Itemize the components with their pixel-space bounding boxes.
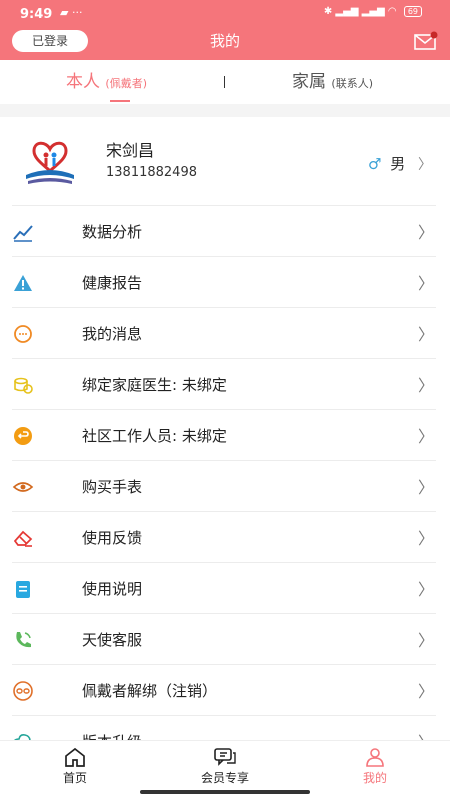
menu-item-label: 使用反馈 xyxy=(82,529,143,547)
nav-home-label: 首页 xyxy=(62,771,87,785)
notification-icons: ▰ ··· xyxy=(60,6,83,19)
page-title: 我的 xyxy=(209,32,240,50)
chevron-right-icon: 〉 xyxy=(417,478,434,497)
menu-item-messages[interactable]: 我的消息 〉 xyxy=(12,307,436,358)
warning-icon xyxy=(14,275,32,291)
nav-member-label: 会员专享 xyxy=(200,771,249,785)
tab-family-label: 家属 xyxy=(292,72,326,92)
mail-icon[interactable] xyxy=(414,31,438,51)
chevron-right-icon: 〉 xyxy=(417,427,434,446)
menu-item-buy-watch[interactable]: 购买手表 〉 xyxy=(12,460,436,511)
menu-item-label: 天使客服 xyxy=(82,631,143,649)
eye-icon xyxy=(12,482,34,492)
chevron-right-icon: 〉 xyxy=(417,631,434,650)
menu-item-label: 我的消息 xyxy=(82,325,143,343)
avatar xyxy=(26,141,74,184)
menu-item-label: 社区工作人员: 未绑定 xyxy=(82,427,227,445)
nav-home[interactable]: 首页 xyxy=(30,747,120,786)
menu-item-customer-service[interactable]: 天使客服 〉 xyxy=(12,613,436,664)
status-bar: 9:49 ▰ ··· ✱ ▂▄▆ ▂▄▆ ◠ 69 xyxy=(0,0,450,30)
coins-icon xyxy=(14,377,33,394)
chevron-right-icon: 〉 xyxy=(418,157,432,173)
menu-item-family-doctor[interactable]: 绑定家庭医生: 未绑定 〉 xyxy=(12,358,436,409)
cloud-upload-icon xyxy=(14,734,31,740)
tab-family[interactable]: 家属 (联系人) xyxy=(292,60,373,104)
nav-member[interactable]: 会员专享 xyxy=(180,747,270,786)
gender-value: 男 xyxy=(390,155,406,173)
menu-item-label: 健康报告 xyxy=(82,274,143,292)
chevron-right-icon: 〉 xyxy=(417,580,434,599)
profile-card[interactable]: 宋剑昌 13811882498 ♂ 男 〉 xyxy=(0,117,450,205)
menu-item-feedback[interactable]: 使用反馈 〉 xyxy=(12,511,436,562)
chart-line-icon xyxy=(13,225,33,242)
chevron-right-icon: 〉 xyxy=(417,376,434,395)
gender-field[interactable]: ♂ 男 〉 xyxy=(368,153,432,174)
user-phone: 13811882498 xyxy=(106,165,197,180)
menu-item-label: 使用说明 xyxy=(82,580,143,598)
menu-item-health-report[interactable]: 健康报告 〉 xyxy=(12,256,436,307)
tab-self-label: 本人 xyxy=(66,72,100,92)
tab-self-sub: (佩戴者) xyxy=(105,77,147,90)
app-header: 已登录 我的 xyxy=(0,30,450,60)
unlink-icon xyxy=(13,681,33,701)
document-icon xyxy=(16,581,30,598)
menu-list: 数据分析 〉 健康报告 〉 我的消息 〉 绑定家庭医生: 未绑定 〉 社区工作人… xyxy=(0,205,450,740)
return-icon xyxy=(14,427,32,445)
battery-icon: 69 xyxy=(403,6,422,17)
chevron-right-icon: 〉 xyxy=(417,325,434,344)
member-icon xyxy=(214,748,236,766)
menu-item-data-analysis[interactable]: 数据分析 〉 xyxy=(12,205,436,256)
nav-mine-label: 我的 xyxy=(362,771,387,785)
home-icon xyxy=(65,747,85,767)
menu-item-label: 购买手表 xyxy=(82,478,143,496)
chevron-right-icon: 〉 xyxy=(418,729,434,740)
menu-item-unbind[interactable]: 佩戴者解绑（注销） 〉 xyxy=(12,664,436,715)
chat-icon xyxy=(14,325,32,343)
menu-item-instructions[interactable]: 使用说明 〉 xyxy=(12,562,436,613)
menu-item-label: 绑定家庭医生: 未绑定 xyxy=(82,376,227,394)
chevron-right-icon: 〉 xyxy=(417,529,434,548)
menu-item-version-upgrade[interactable]: 版本升级 〉 xyxy=(12,715,436,740)
chevron-right-icon: 〉 xyxy=(417,223,434,242)
active-tab-indicator xyxy=(110,100,130,102)
menu-item-community-worker[interactable]: 社区工作人员: 未绑定 〉 xyxy=(12,409,436,460)
chevron-right-icon: 〉 xyxy=(417,682,434,701)
content-panel: 宋剑昌 13811882498 ♂ 男 〉 数据分析 〉 健康报告 〉 我的消息… xyxy=(0,117,450,740)
nav-mine[interactable]: 我的 xyxy=(330,747,420,786)
user-name: 宋剑昌 xyxy=(106,141,155,160)
home-indicator xyxy=(140,790,310,794)
tab-self[interactable]: 本人 (佩戴者) xyxy=(66,60,147,104)
status-indicators: ✱ ▂▄▆ ▂▄▆ ◠ 69 xyxy=(324,6,422,17)
menu-item-label: 佩戴者解绑（注销） xyxy=(82,682,218,700)
status-time: 9:49 xyxy=(20,7,53,22)
eraser-icon xyxy=(13,530,33,547)
chevron-right-icon: 〉 xyxy=(417,274,434,293)
profile-icon xyxy=(366,748,384,767)
menu-item-label: 版本升级 xyxy=(82,731,142,740)
tab-family-sub: (联系人) xyxy=(331,77,373,90)
tab-bar: 本人 (佩戴者) 家属 (联系人) xyxy=(0,60,450,104)
menu-item-label: 数据分析 xyxy=(82,223,143,241)
male-icon: ♂ xyxy=(367,155,382,173)
tab-divider xyxy=(224,76,225,88)
phone-icon xyxy=(16,632,31,648)
